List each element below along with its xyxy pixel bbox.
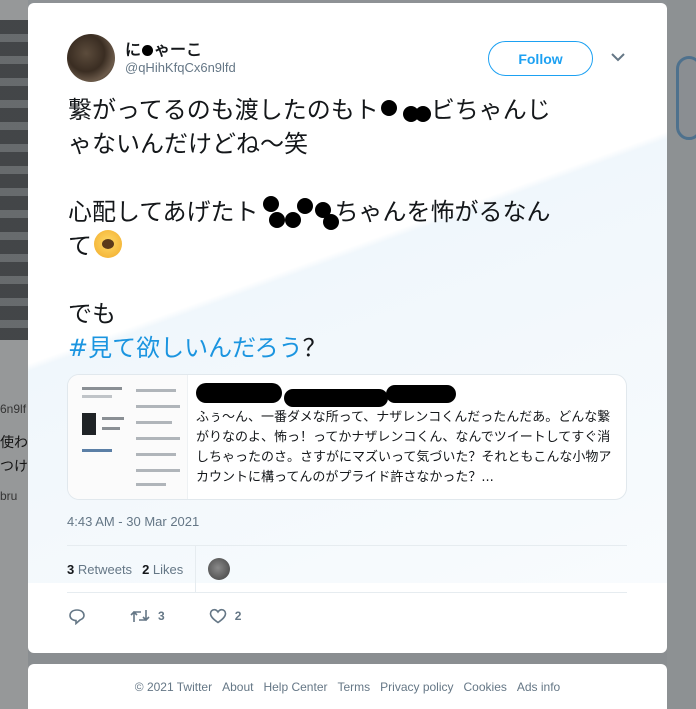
footer-link-about[interactable]: About bbox=[222, 680, 253, 694]
tweet-line: ゃないんだけどね〜笑 bbox=[68, 130, 308, 158]
retweet-icon bbox=[130, 610, 150, 622]
tweet-text-segment: 繋がってるのも渡したのもト bbox=[68, 96, 379, 124]
footer-link-help-center[interactable]: Help Center bbox=[263, 680, 327, 694]
tweet-timestamp[interactable]: 4:43 AM - 30 Mar 2021 bbox=[67, 514, 199, 529]
tweet-actions: 3 2 bbox=[68, 604, 368, 628]
retweets-stat[interactable]: 3 Retweets bbox=[67, 562, 132, 577]
footer-copyright: © 2021 Twitter bbox=[134, 679, 213, 694]
tweet-line: て bbox=[68, 229, 628, 263]
link-card-description: ふぅ～ん、一番ダメな所って、ナザレンコくんだったんだあ。どんな繋がりなのよ、怖っ… bbox=[196, 410, 612, 485]
reply-icon bbox=[69, 608, 85, 625]
link-preview-card[interactable]: ふぅ～ん、一番ダメな所って、ナザレンコくんだったんだあ。どんな繋がりなのよ、怖っ… bbox=[67, 374, 627, 500]
display-name-suffix: ゃーこ bbox=[154, 42, 203, 59]
reply-button[interactable] bbox=[68, 608, 86, 625]
footer: © 2021 Twitter About Help Center Terms P… bbox=[28, 664, 667, 709]
likes-stat[interactable]: 2 Likes bbox=[142, 562, 183, 577]
redaction-mark bbox=[379, 94, 431, 124]
hashtag-link[interactable]: #見て欲しいんだろう bbox=[68, 334, 303, 362]
tweet-line: 心配してあげたト ちゃんを怖がるなん bbox=[68, 195, 628, 230]
tweet-text-segment: ちゃんを怖がるなん bbox=[334, 198, 551, 226]
tweet-text: 繋がってるのも渡したのもト ビちゃんじ ゃないんだけどね〜笑 心配してあげたト ちゃ… bbox=[68, 93, 628, 365]
like-button[interactable]: 2 bbox=[209, 608, 242, 624]
retweets-count: 3 bbox=[67, 561, 75, 577]
redaction-mark bbox=[259, 196, 339, 230]
redaction-mark bbox=[142, 45, 154, 57]
display-name[interactable]: にゃーこ bbox=[125, 36, 202, 60]
follow-button[interactable]: Follow bbox=[488, 41, 593, 76]
tweet-text-segment: ビちゃんじ bbox=[430, 96, 551, 124]
retweets-label: Retweets bbox=[77, 561, 133, 577]
tweet-text-segment: て bbox=[68, 232, 92, 260]
heart-icon bbox=[209, 608, 226, 624]
chevron-down-icon bbox=[611, 52, 625, 61]
avatar[interactable] bbox=[67, 34, 115, 82]
tweet-text-segment: 心配してあげたト bbox=[68, 198, 259, 226]
user-handle[interactable]: @qHihKfqCx6n9lfd bbox=[125, 60, 236, 75]
retweet-button[interactable]: 3 bbox=[130, 608, 165, 624]
like-count: 2 bbox=[234, 609, 242, 623]
tweet-stats: 3 Retweets 2 Likes bbox=[67, 545, 627, 593]
footer-link-ads-info[interactable]: Ads info bbox=[517, 680, 560, 694]
tweet-text-segment: ？ bbox=[302, 334, 327, 362]
footer-link-cookies[interactable]: Cookies bbox=[464, 680, 507, 694]
tweet-modal: にゃーこ @qHihKfqCx6n9lfd Follow 繋がってるのも渡したの… bbox=[28, 3, 667, 653]
likes-count: 2 bbox=[142, 561, 150, 577]
footer-link-privacy-policy[interactable]: Privacy policy bbox=[380, 680, 453, 694]
tweet-line: #見て欲しいんだろう？ bbox=[68, 331, 628, 365]
divider bbox=[195, 545, 197, 593]
likes-label: Likes bbox=[152, 561, 184, 577]
tweet-line: 繋がってるのも渡したのもト ビちゃんじ bbox=[68, 93, 628, 127]
more-options-button[interactable] bbox=[610, 49, 626, 65]
retweet-count: 3 bbox=[158, 609, 165, 623]
footer-link-terms[interactable]: Terms bbox=[337, 680, 370, 694]
scream-emoji-icon bbox=[94, 230, 122, 258]
link-thumbnail bbox=[68, 375, 188, 499]
redaction-mark bbox=[196, 381, 456, 407]
liker-avatar[interactable] bbox=[208, 558, 231, 580]
display-name-prefix: に bbox=[125, 42, 142, 59]
tweet-line: でも bbox=[68, 300, 116, 328]
